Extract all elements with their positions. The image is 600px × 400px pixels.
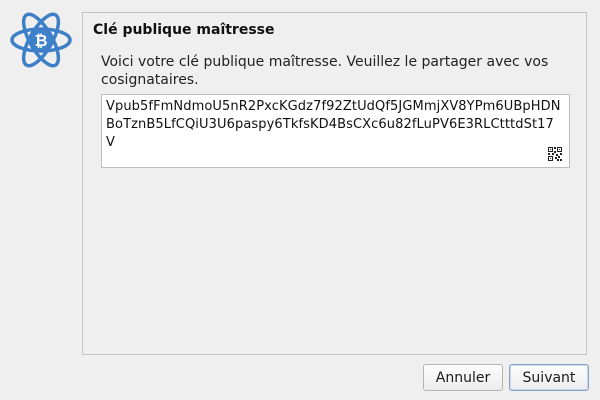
next-button[interactable]: Suivant — [509, 364, 589, 391]
wizard-window: ₿ Clé publique maîtresse Voici votre clé… — [0, 0, 600, 400]
master-public-key-field[interactable]: Vpub5fFmNdmoU5nR2PxcKGdz7f92ZtUdQf5JGMmj… — [101, 94, 570, 168]
page-title: Clé publique maîtresse — [93, 22, 275, 38]
page-description: Voici votre clé publique maîtresse. Veui… — [101, 54, 549, 88]
qr-code-icon[interactable] — [548, 146, 562, 161]
cancel-button[interactable]: Annuler — [423, 364, 503, 391]
svg-text:₿: ₿ — [34, 31, 47, 50]
electrum-logo-icon: ₿ — [10, 12, 72, 68]
master-public-key-text[interactable]: Vpub5fFmNdmoU5nR2PxcKGdz7f92ZtUdQf5JGMmj… — [106, 98, 561, 152]
content-panel: Clé publique maîtresse Voici votre clé p… — [82, 12, 587, 355]
